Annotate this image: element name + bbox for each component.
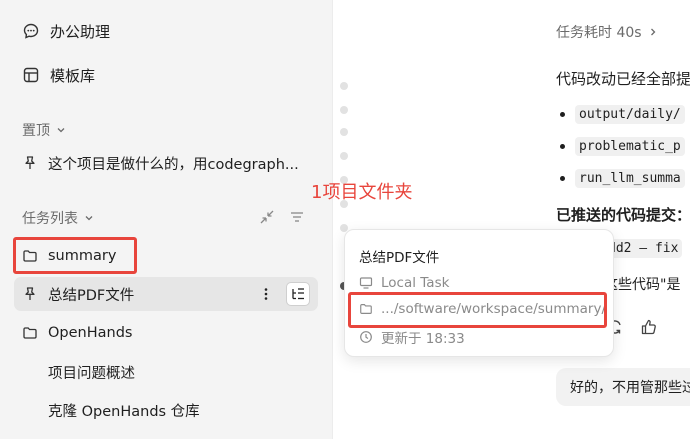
summary-text: 代码改动已经全部提: [556, 70, 690, 88]
folder-icon: [23, 250, 37, 262]
task-time-label: 任务耗时 40s: [556, 25, 642, 41]
commit-line: dd2 — fix: [604, 239, 683, 258]
task-info-popover: 总结PDF文件 Local Task .../software/workspac…: [344, 229, 614, 357]
thumbs-up-icon[interactable]: [640, 318, 658, 336]
task-item-active-label: 总结PDF文件: [48, 287, 135, 304]
bullet-dot: [560, 176, 565, 181]
nav-templates-label: 模板库: [50, 66, 96, 85]
folder-icon: [360, 304, 372, 314]
task-details-button[interactable]: [286, 282, 310, 306]
bullet-item: run_llm_summa: [560, 169, 685, 188]
commit-text: dd2 — fix: [604, 239, 683, 258]
pin-icon: [25, 287, 35, 300]
popover-location-type: Local Task: [381, 275, 450, 291]
folder-icon: [23, 327, 37, 339]
pinned-section-label: 置顶: [22, 123, 50, 139]
pin-icon: [25, 156, 35, 169]
task-item-overview-label: 项目问题概述: [48, 366, 135, 382]
bullet-item: problematic_p: [560, 137, 685, 156]
pinned-section-toggle[interactable]: 置顶: [22, 120, 66, 140]
task-item-clone[interactable]: 克隆 OpenHands 仓库: [48, 400, 200, 421]
task-folder-summary-label: summary: [48, 248, 117, 264]
annotation-label: 1项目文件夹: [311, 182, 413, 203]
user-message-bubble: 好的，不用管那些过: [556, 368, 690, 406]
sidebar: 办公助理 模板库 置顶 这个项目是做什么的，用codegraph... 任务列表…: [0, 0, 333, 439]
task-item-active[interactable]: 总结PDF文件: [14, 277, 318, 311]
pushed-commits-heading: 已推送的代码提交：: [556, 206, 690, 224]
clock-icon: [360, 331, 372, 343]
popover-path: .../software/workspace/summary/: [381, 301, 607, 317]
filter-icon[interactable]: [288, 208, 306, 226]
timeline-dot: [340, 152, 348, 160]
popover-updated: 更新于 18:33: [381, 331, 465, 347]
chevron-down-icon: [85, 216, 93, 221]
task-item-overview[interactable]: 项目问题概述: [48, 362, 135, 383]
bullet-dot: [560, 112, 565, 117]
tasks-section-label: 任务列表: [22, 211, 78, 227]
more-vertical-icon: [264, 288, 268, 300]
pinned-item-label: 这个项目是做什么的，用codegraph...: [48, 156, 299, 173]
code-snippet: output/daily/: [575, 105, 685, 124]
timeline-dot: [340, 106, 348, 114]
timeline-dot: [340, 82, 348, 90]
chat-bubble-icon: [23, 23, 39, 39]
code-snippet: run_llm_summa: [575, 169, 685, 188]
task-item-clone-label: 克隆 OpenHands 仓库: [48, 404, 200, 420]
pinned-item[interactable]: 这个项目是做什么的，用codegraph...: [14, 146, 318, 180]
popover-updated-row: 更新于 18:33: [359, 327, 465, 347]
monitor-icon: [359, 277, 373, 289]
bullet-item: output/daily/: [560, 105, 685, 124]
task-time-toggle[interactable]: 任务耗时 40s: [556, 22, 658, 42]
code-snippet: problematic_p: [575, 137, 685, 156]
popover-path-row[interactable]: .../software/workspace/summary/: [359, 301, 606, 317]
quote-line: 这些代码"是: [604, 277, 681, 293]
tree-list-icon: [292, 288, 304, 300]
popover-location-row: Local Task: [359, 275, 449, 291]
popover-title: 总结PDF文件: [359, 250, 440, 266]
chevron-down-icon: [57, 128, 65, 133]
bullet-dot: [560, 144, 565, 149]
user-message-text: 好的，不用管那些过: [570, 380, 690, 396]
timeline-dot: [340, 128, 348, 136]
nav-templates[interactable]: 模板库: [14, 58, 103, 92]
tasks-section-toggle[interactable]: 任务列表: [22, 208, 94, 228]
nav-assistant[interactable]: 办公助理: [14, 14, 118, 48]
more-options-button[interactable]: [254, 282, 278, 306]
task-folder-summary[interactable]: summary: [14, 239, 318, 273]
nav-assistant-label: 办公助理: [50, 22, 111, 41]
task-folder-openhands[interactable]: OpenHands: [14, 316, 318, 350]
chevron-right-icon: [650, 28, 655, 36]
template-icon: [23, 67, 39, 83]
task-folder-openhands-label: OpenHands: [48, 325, 133, 341]
collapse-icon[interactable]: [258, 208, 276, 226]
task-list-tools: [258, 208, 306, 226]
